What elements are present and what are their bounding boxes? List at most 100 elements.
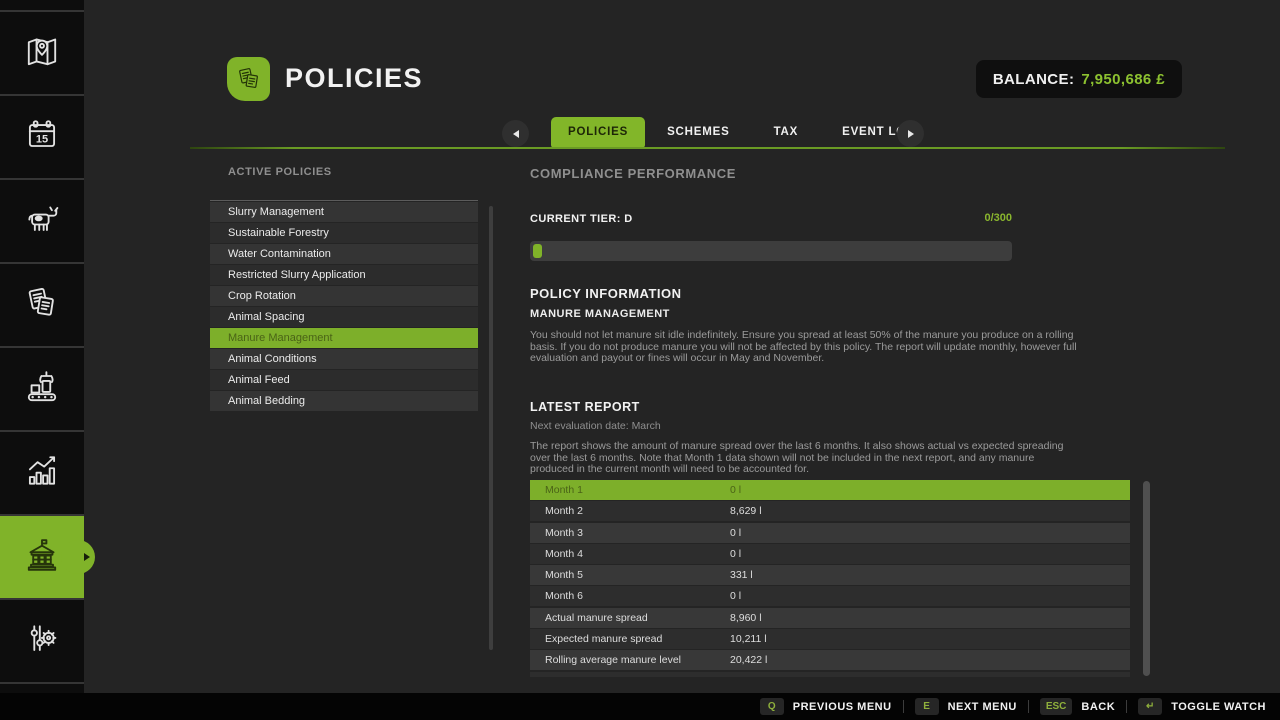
table-row[interactable]: Rolling average manure level 20,422 l: [530, 650, 1130, 670]
production-icon: [20, 365, 64, 414]
row-label: Actual manure spread: [530, 612, 730, 624]
tabs-next-button[interactable]: [897, 120, 924, 147]
latest-report-title: LATEST REPORT: [530, 400, 640, 414]
list-item[interactable]: Animal Feed: [210, 370, 478, 390]
table-row[interactable]: Rating 0: [530, 672, 1130, 677]
active-policies-header: ACTIVE POLICIES: [228, 166, 332, 178]
next-evaluation-date: Next evaluation date: March: [530, 420, 661, 432]
policies-page-icon: [227, 57, 270, 101]
sidebar-item-partial-bottom[interactable]: [0, 684, 84, 693]
compliance-progress-fill: [533, 244, 542, 258]
row-label: Month 2: [530, 505, 730, 517]
table-row[interactable]: Expected manure spread 10,211 l: [530, 629, 1130, 649]
row-label: Expected manure spread: [530, 633, 730, 645]
table-row-selected[interactable]: Month 1 0 l: [530, 480, 1130, 500]
sidebar-item-animals[interactable]: [0, 180, 84, 262]
hint-separator: [903, 700, 904, 713]
hint-back[interactable]: ESC BACK: [1040, 698, 1115, 715]
hint-label: BACK: [1081, 701, 1115, 713]
tab-schemes[interactable]: SCHEMES: [645, 117, 751, 148]
animals-icon: [20, 197, 64, 246]
list-item[interactable]: Crop Rotation: [210, 286, 478, 306]
sidebar-item-partial-top[interactable]: [0, 0, 84, 10]
table-row[interactable]: Month 4 0 l: [530, 544, 1130, 564]
sidebar-item-calendar[interactable]: 15: [0, 96, 84, 178]
compliance-progress-bar: [530, 241, 1012, 261]
sidebar-item-map[interactable]: [0, 12, 84, 94]
footer-hint-bar: Q PREVIOUS MENU E NEXT MENU ESC BACK ↵ T…: [0, 693, 1280, 720]
list-item[interactable]: Sustainable Forestry: [210, 223, 478, 243]
row-value: 0 l: [730, 548, 1130, 560]
hint-label: NEXT MENU: [948, 701, 1017, 713]
row-value: 8,629 l: [730, 505, 1130, 517]
list-item[interactable]: Animal Conditions: [210, 349, 478, 369]
hint-label: PREVIOUS MENU: [793, 701, 892, 713]
tab-tax[interactable]: TAX: [752, 117, 821, 148]
row-label: Month 4: [530, 548, 730, 560]
list-item-selected[interactable]: Manure Management: [210, 328, 478, 348]
hint-separator: [1126, 700, 1127, 713]
sidebar-item-contracts[interactable]: [0, 264, 84, 346]
hint-separator: [1028, 700, 1029, 713]
key-q: Q: [760, 698, 784, 715]
sidebar: 15: [0, 0, 84, 693]
key-esc: ESC: [1040, 698, 1073, 715]
key-e: E: [915, 698, 939, 715]
table-row[interactable]: Month 6 0 l: [530, 586, 1130, 606]
list-item[interactable]: Restricted Slurry Application: [210, 265, 478, 285]
row-label: Rating: [530, 676, 730, 677]
policy-description: You should not let manure sit idle indef…: [530, 330, 1078, 365]
finances-icon: [20, 533, 64, 582]
content-scrollbar[interactable]: [489, 206, 493, 650]
row-value: 0: [730, 676, 1130, 677]
policy-name-subtitle: MANURE MANAGEMENT: [530, 308, 670, 320]
compliance-score: 0/300: [530, 212, 1012, 224]
hint-label: TOGGLE WATCH: [1171, 701, 1266, 713]
list-item[interactable]: Slurry Management: [210, 202, 478, 222]
sidebar-item-settings[interactable]: [0, 600, 84, 682]
active-policies-list: Slurry Management Sustainable Forestry W…: [210, 200, 478, 411]
hint-previous-menu[interactable]: Q PREVIOUS MENU: [760, 698, 892, 715]
hint-toggle-watch[interactable]: ↵ TOGGLE WATCH: [1138, 698, 1266, 715]
chevron-right-icon: [908, 130, 914, 138]
row-label: Month 1: [530, 484, 730, 496]
row-value: 20,422 l: [730, 654, 1130, 666]
balance-value: 7,950,686 £: [1081, 71, 1165, 88]
chevron-left-icon: [513, 130, 519, 138]
report-table: Month 1 0 l Month 2 8,629 l Month 3 0 l …: [530, 480, 1130, 677]
list-item[interactable]: Animal Spacing: [210, 307, 478, 327]
svg-text:15: 15: [36, 133, 48, 145]
calendar-icon: 15: [20, 113, 64, 162]
balance-badge: BALANCE: 7,950,686 £: [976, 60, 1182, 98]
settings-icon: [20, 617, 64, 666]
key-enter-icon: ↵: [1138, 698, 1162, 715]
sidebar-item-production[interactable]: [0, 348, 84, 430]
sidebar-item-finances[interactable]: [0, 516, 84, 598]
table-row[interactable]: Month 5 331 l: [530, 565, 1130, 585]
table-row[interactable]: Month 2 8,629 l: [530, 501, 1130, 521]
active-tab-arrow-icon: [84, 553, 90, 561]
list-item[interactable]: Animal Bedding: [210, 391, 478, 411]
row-value: 0 l: [730, 484, 1130, 496]
balance-label: BALANCE:: [993, 71, 1075, 88]
list-item[interactable]: Water Contamination: [210, 244, 478, 264]
tabs-prev-button[interactable]: [502, 120, 529, 147]
table-row[interactable]: Month 3 0 l: [530, 523, 1130, 543]
hint-next-menu[interactable]: E NEXT MENU: [915, 698, 1017, 715]
contracts-icon: [20, 281, 64, 330]
policies-screen: 15: [0, 0, 1280, 720]
row-value: 0 l: [730, 527, 1130, 539]
tab-underline: [190, 147, 1225, 149]
row-value: 8,960 l: [730, 612, 1130, 624]
row-label: Month 6: [530, 590, 730, 602]
page-title: POLICIES: [285, 63, 423, 94]
compliance-section-title: COMPLIANCE PERFORMANCE: [530, 166, 736, 181]
row-label: Month 5: [530, 569, 730, 581]
tab-policies[interactable]: POLICIES: [551, 117, 645, 148]
policy-information-title: POLICY INFORMATION: [530, 286, 682, 301]
tab-bar: POLICIES SCHEMES TAX EVENT LOG: [551, 117, 938, 148]
sidebar-item-statistics[interactable]: [0, 432, 84, 514]
row-label: Rolling average manure level: [530, 654, 730, 666]
table-scrollbar[interactable]: [1143, 481, 1150, 676]
table-row[interactable]: Actual manure spread 8,960 l: [530, 608, 1130, 628]
